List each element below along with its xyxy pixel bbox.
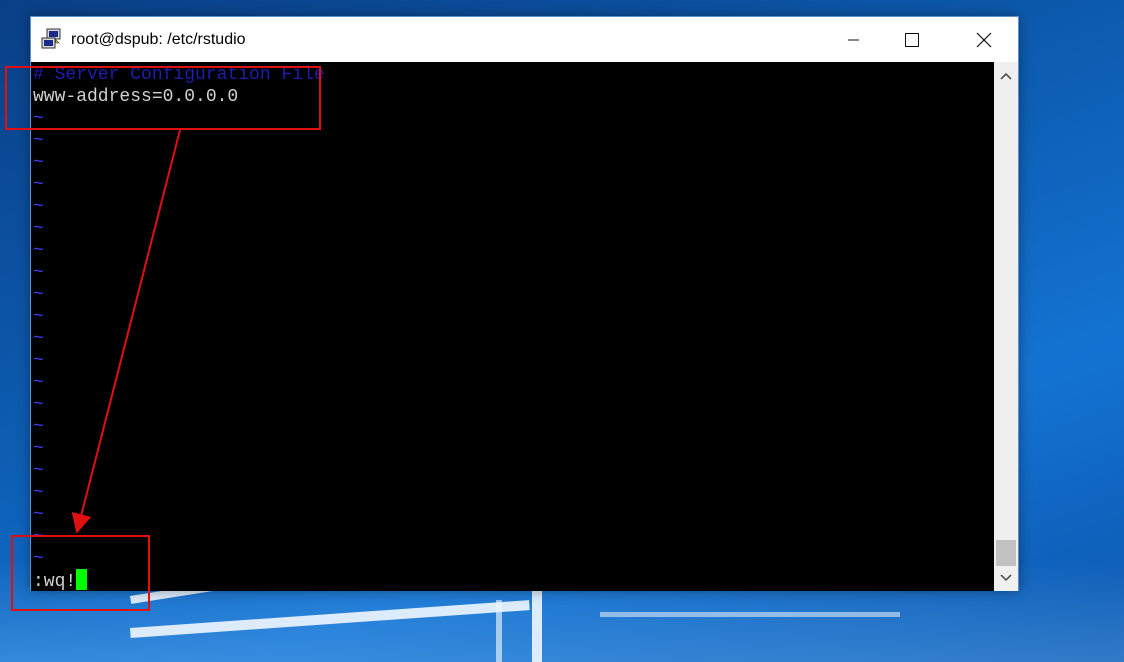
desktop-light-beam xyxy=(532,591,542,662)
desktop-light-beam xyxy=(496,600,502,662)
scroll-down-button[interactable] xyxy=(994,566,1018,590)
window-title: root@dspub: /etc/rstudio xyxy=(71,31,246,48)
chevron-down-icon xyxy=(1000,574,1012,582)
empty-line-marker: ~ xyxy=(33,483,44,503)
title-bar[interactable]: root@dspub: /etc/rstudio xyxy=(31,17,1018,62)
empty-line-marker: ~ xyxy=(33,197,44,217)
empty-line-marker: ~ xyxy=(33,241,44,261)
close-button[interactable] xyxy=(961,17,1007,62)
empty-line-marker: ~ xyxy=(33,175,44,195)
empty-line-marker: ~ xyxy=(33,153,44,173)
empty-line-marker: ~ xyxy=(33,131,44,151)
empty-line-marker: ~ xyxy=(33,395,44,415)
maximize-button[interactable] xyxy=(889,17,935,62)
minimize-icon xyxy=(848,39,859,40)
scroll-thumb[interactable] xyxy=(996,540,1016,566)
annotation-box-config xyxy=(5,66,321,130)
vertical-scrollbar[interactable] xyxy=(994,62,1018,591)
terminal-screen[interactable]: # Server Configuration File www-address=… xyxy=(31,62,994,591)
empty-line-marker: ~ xyxy=(33,263,44,283)
close-icon xyxy=(976,32,992,47)
putty-icon xyxy=(41,28,61,49)
empty-line-marker: ~ xyxy=(33,417,44,437)
empty-line-marker: ~ xyxy=(33,373,44,393)
chevron-up-icon xyxy=(1000,72,1012,80)
minimize-button[interactable] xyxy=(831,17,877,62)
empty-line-marker: ~ xyxy=(33,461,44,481)
annotation-box-command xyxy=(11,535,150,611)
empty-line-marker: ~ xyxy=(33,351,44,371)
empty-line-marker: ~ xyxy=(33,329,44,349)
scroll-up-button[interactable] xyxy=(994,64,1018,88)
empty-line-marker: ~ xyxy=(33,307,44,327)
empty-line-marker: ~ xyxy=(33,505,44,525)
desktop-light-beam xyxy=(600,612,900,617)
empty-line-marker: ~ xyxy=(33,439,44,459)
empty-line-marker: ~ xyxy=(33,219,44,239)
maximize-icon xyxy=(905,32,919,47)
empty-line-marker: ~ xyxy=(33,285,44,305)
